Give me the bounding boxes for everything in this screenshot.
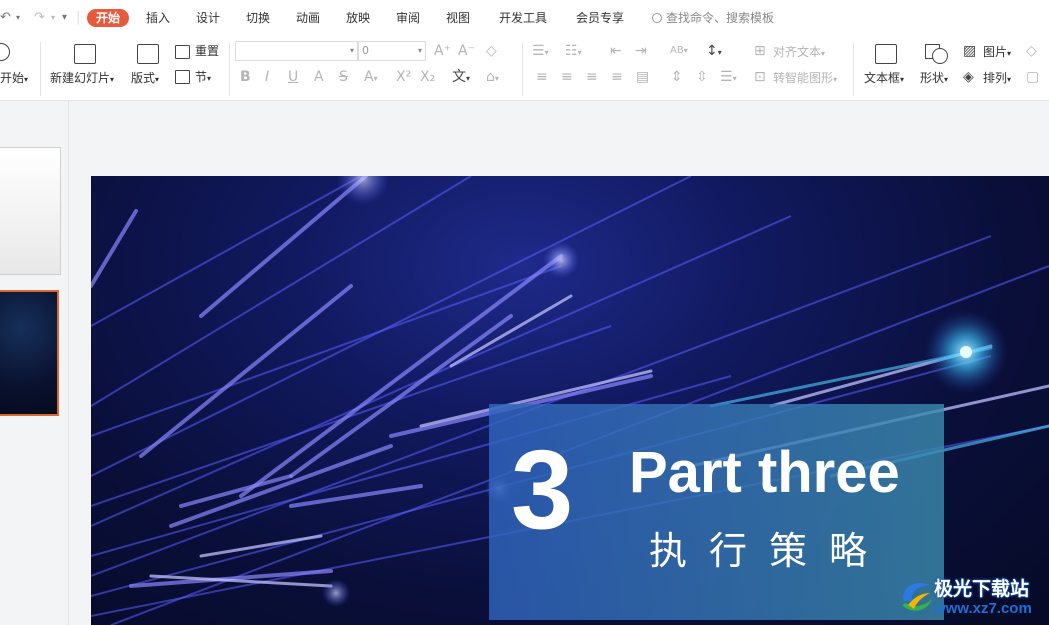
superscript-icon[interactable]: X² — [396, 68, 411, 86]
italic-icon[interactable]: I — [265, 68, 269, 86]
watermark-url: www.xz7.com — [934, 600, 1032, 617]
align-text-icon[interactable]: ⊞ — [754, 42, 766, 60]
section-subtitle: 执行策略 — [649, 529, 890, 573]
undo-dropdown-icon[interactable]: ▾ — [16, 9, 20, 27]
picture-icon[interactable]: ▨ — [963, 42, 976, 60]
reset-button[interactable]: 重置 — [195, 43, 219, 59]
underline-icon[interactable]: U — [288, 68, 298, 86]
paragraph-spacing-icon[interactable]: ⇕ — [671, 68, 683, 86]
shadow-icon[interactable]: A — [314, 68, 324, 86]
increase-indent-icon[interactable]: ⇥ — [635, 42, 647, 60]
section-icon[interactable] — [175, 70, 190, 84]
customize-quick-access-icon[interactable]: ▾ — [62, 9, 67, 27]
align-right-icon[interactable]: ≡ — [586, 68, 598, 86]
arrange-icon[interactable]: ◈ — [963, 68, 974, 86]
convert-smartart-button[interactable]: 转智能图形▾ — [773, 70, 837, 88]
tab-transition[interactable]: 切换 — [246, 9, 270, 27]
ribbon-separator — [40, 42, 41, 96]
picture-button[interactable]: 图片▾ — [983, 44, 1011, 62]
slide-thumbnail[interactable] — [0, 147, 61, 275]
textbox-icon[interactable] — [875, 44, 897, 64]
line-height-icon[interactable]: ☰▾ — [720, 68, 737, 88]
subscript-icon[interactable]: X₂ — [420, 68, 435, 86]
tab-view[interactable]: 视图 — [446, 9, 470, 27]
column-spacing-icon[interactable]: ⇳ — [696, 68, 708, 86]
align-text-button[interactable]: 对齐文本▾ — [773, 44, 825, 62]
command-search[interactable]: 查找命令、搜索模板 — [652, 9, 774, 27]
textbox-button[interactable]: 文本框▾ — [864, 70, 904, 88]
redo-icon[interactable]: ↷ — [34, 9, 45, 27]
section-button[interactable]: 节▾ — [195, 69, 211, 87]
menu-bar: ↶ ▾ ↷ ▾ ▾ | 开始 插入 设计 切换 动画 放映 审阅 视图 开发工具… — [0, 0, 1049, 36]
reset-icon[interactable] — [175, 45, 190, 59]
ribbon-separator — [522, 42, 523, 96]
strikethrough-icon[interactable]: S — [339, 68, 348, 86]
text-direction-icon[interactable]: AB▾ — [670, 42, 688, 60]
align-left-icon[interactable]: ≡ — [536, 68, 548, 86]
font-name-field[interactable]: ▾ — [235, 41, 358, 61]
ribbon-toolbar: 开始▾ 新建幻灯片▾ 版式▾ 重置 节▾ ▾ 0 ▾ A⁺ A⁻ ◇ B I U … — [0, 36, 1049, 101]
section-title: Part three — [629, 440, 900, 505]
bold-icon[interactable]: B — [240, 68, 251, 86]
highlight-color-icon[interactable]: ⌂▾ — [486, 68, 499, 88]
clear-format-icon[interactable]: ◇ — [486, 42, 497, 60]
tab-start[interactable]: 开始 — [87, 9, 130, 27]
justify-icon[interactable]: ≡ — [611, 68, 623, 86]
watermark-logo-icon — [902, 582, 932, 611]
slide-thumbnail-panel — [0, 101, 69, 625]
tab-animation[interactable]: 动画 — [296, 9, 320, 27]
distributed-icon[interactable]: ▤ — [636, 68, 649, 86]
outline-icon[interactable]: ▢ — [1026, 68, 1039, 86]
fill-icon[interactable]: ◇ — [1026, 42, 1037, 60]
start-slideshow-button[interactable]: 开始▾ — [0, 70, 28, 88]
ribbon-separator — [229, 42, 230, 96]
layout-button[interactable]: 版式▾ — [131, 70, 159, 88]
title-box[interactable]: 3 Part three 执行策略 — [489, 404, 944, 620]
shape-button[interactable]: 形状▾ — [920, 70, 948, 88]
font-size-field[interactable]: 0 ▾ — [358, 41, 426, 61]
search-placeholder: 查找命令、搜索模板 — [666, 11, 775, 25]
font-color-icon[interactable]: A▾ — [364, 68, 378, 88]
new-slide-button[interactable]: 新建幻灯片▾ — [50, 70, 114, 88]
numbered-list-icon[interactable]: ☷▾ — [565, 42, 582, 62]
section-number: 3 — [511, 427, 574, 552]
watermark: 极光下载站 www.xz7.com — [898, 573, 1046, 623]
ribbon-separator — [853, 42, 854, 96]
increase-font-icon[interactable]: A⁺ — [434, 42, 451, 60]
shape-circle-icon[interactable] — [932, 48, 948, 64]
layout-icon[interactable] — [137, 44, 159, 64]
tab-developer[interactable]: 开发工具 — [499, 9, 547, 27]
arrange-button[interactable]: 排列▾ — [983, 70, 1011, 88]
slide-thumbnail-selected[interactable] — [0, 290, 59, 416]
slide-canvas[interactable]: 3 Part three 执行策略 — [91, 176, 1049, 625]
tab-design[interactable]: 设计 — [196, 9, 220, 27]
tab-slideshow[interactable]: 放映 — [346, 9, 370, 27]
watermark-text: 极光下载站 — [934, 578, 1030, 600]
smartart-icon[interactable]: ⊡ — [754, 68, 766, 86]
decrease-indent-icon[interactable]: ⇤ — [610, 42, 622, 60]
phonetic-guide-icon[interactable]: 文▾ — [452, 68, 470, 88]
align-center-icon[interactable]: ≡ — [561, 68, 573, 86]
bullet-list-icon[interactable]: ☰▾ — [532, 42, 549, 62]
menu-separator-icon: | — [76, 10, 81, 25]
tab-member[interactable]: 会员专享 — [576, 9, 624, 27]
undo-icon[interactable]: ↶ — [0, 9, 11, 27]
tab-insert[interactable]: 插入 — [146, 9, 170, 27]
new-slide-icon[interactable] — [74, 44, 96, 64]
search-icon — [652, 13, 662, 23]
line-spacing-icon[interactable]: ↕▾ — [706, 42, 722, 62]
redo-dropdown-icon[interactable]: ▾ — [51, 9, 55, 27]
play-from-start-icon[interactable] — [0, 43, 10, 61]
tab-review[interactable]: 审阅 — [396, 9, 420, 27]
decrease-font-icon[interactable]: A⁻ — [458, 42, 475, 60]
